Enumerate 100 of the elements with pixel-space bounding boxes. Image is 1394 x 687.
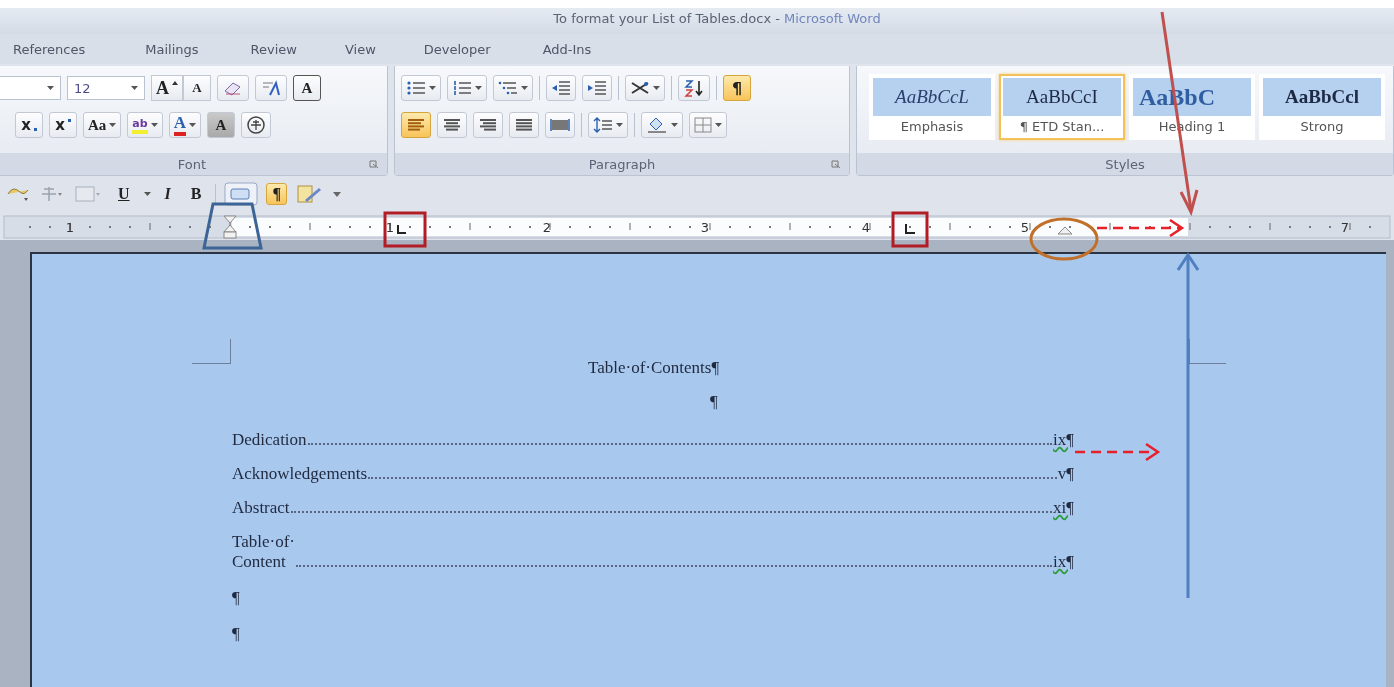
toc-entry-title[interactable]: Acknowledgements	[232, 464, 368, 484]
paint-bucket-icon	[646, 116, 668, 134]
group-label: Font	[177, 156, 207, 172]
style-option[interactable]: AaBbCcL Emphasis	[869, 74, 995, 140]
enclose-button[interactable]	[240, 112, 271, 138]
indent-marker-icon[interactable]	[1057, 226, 1073, 235]
indent-marker-icon[interactable]	[223, 215, 237, 239]
pencil-page-icon[interactable]	[295, 182, 324, 206]
highlight-button[interactable]: ab	[127, 112, 163, 138]
bold-button[interactable]: B	[184, 183, 208, 205]
character-border-button[interactable]: A	[293, 75, 321, 101]
toc-page-number[interactable]: ix¶	[1053, 430, 1074, 450]
style-option[interactable]: AaBbCcI ¶ ETD Stan...	[999, 74, 1125, 140]
bullet-list-icon	[406, 80, 426, 96]
crop-mark	[192, 339, 231, 364]
line-spacing-button[interactable]	[588, 112, 628, 138]
align-button[interactable]	[473, 112, 503, 138]
paragraph-mark: ¶	[710, 392, 719, 413]
ribbon-tab[interactable]: References	[4, 37, 95, 61]
distribute-button[interactable]	[545, 112, 575, 138]
sort-button[interactable]	[678, 75, 710, 101]
ribbon-tab[interactable]: Add-Ins	[533, 37, 601, 61]
clear-format-button[interactable]	[217, 75, 249, 101]
ribbon-tab[interactable]: Developer	[414, 37, 500, 61]
numbered-list-icon	[452, 80, 472, 96]
ribbon-tab[interactable]: View	[335, 37, 385, 61]
font-size-field[interactable]: 12	[67, 76, 145, 100]
show-marks-button[interactable]: ¶	[266, 183, 288, 205]
decrease-indent-button[interactable]	[546, 75, 576, 101]
paragraph-mark: ¶	[232, 588, 241, 608]
caret-icon	[143, 192, 151, 196]
toc-page-number[interactable]: ix¶	[1053, 552, 1074, 572]
indent-arrow-icon	[551, 80, 571, 96]
ruler-number: 1	[385, 220, 395, 235]
highlight-frame	[202, 202, 263, 250]
caret-icon	[150, 123, 158, 127]
change-case-button[interactable]: Aa	[83, 112, 122, 138]
window-title: To format your List of Tables.docx -	[553, 11, 780, 28]
caret-icon	[475, 86, 482, 90]
toc-page-number[interactable]: xi¶	[1053, 498, 1074, 518]
document-heading: Table·of·Contents¶	[588, 358, 721, 379]
font-name-field[interactable]	[0, 76, 61, 100]
group-label: Paragraph	[588, 156, 656, 172]
multilevel-list-button[interactable]	[493, 75, 533, 101]
toc-page-number[interactable]: v¶	[1057, 464, 1074, 484]
shading-button[interactable]	[641, 112, 683, 138]
grow-font-button[interactable]: A	[151, 75, 183, 101]
dialog-launcher-icon[interactable]	[831, 160, 841, 169]
line-spacing-icon	[593, 117, 613, 133]
align-lines-icon	[478, 118, 498, 132]
numbering-button[interactable]	[447, 75, 487, 101]
border-grid-icon	[694, 117, 712, 133]
group-label: Styles	[1105, 156, 1145, 172]
show-marks-button[interactable]: ¶	[723, 75, 751, 101]
app-name: Microsoft Word	[783, 11, 881, 28]
ruler-number: 2	[542, 220, 552, 235]
font-color-button[interactable]: A	[168, 112, 201, 138]
borders-button[interactable]	[689, 112, 727, 138]
caret-icon	[131, 86, 138, 90]
caret-icon	[671, 123, 678, 127]
style-option[interactable]: AaBbCcl Strong	[1259, 74, 1385, 140]
align-lines-icon	[406, 118, 426, 132]
toc-entry-title[interactable]: Table·of· Content	[232, 532, 295, 572]
tab-stop-icon[interactable]	[397, 224, 407, 234]
ruler-number: 7	[1340, 220, 1350, 235]
phonetic-button[interactable]	[255, 75, 287, 101]
toc-entry-title[interactable]: Abstract	[232, 498, 290, 518]
ruler-number: 4	[861, 220, 871, 235]
shrink-font-button[interactable]: A	[183, 75, 211, 101]
ribbon-tab[interactable]: Mailings	[136, 37, 208, 61]
ruler-number: 5	[1020, 220, 1030, 235]
paragraph-mark: ¶	[232, 624, 241, 644]
tab-stop-icon[interactable]	[905, 223, 916, 234]
ruler-number: 3	[700, 220, 710, 235]
circled-character-icon	[245, 115, 266, 135]
superscript-button[interactable]: x	[49, 112, 77, 138]
align-button[interactable]	[509, 112, 539, 138]
subscript-mark-icon	[33, 128, 37, 131]
superscript-mark-icon	[67, 119, 71, 122]
italic-button[interactable]: I	[158, 183, 177, 205]
underline-button[interactable]: U	[112, 183, 136, 205]
increase-indent-button[interactable]	[582, 75, 612, 101]
ruler-number: 1	[65, 220, 75, 235]
ribbon-tab[interactable]: Review	[241, 37, 306, 61]
toc-entry-title[interactable]: Dedication	[232, 430, 307, 450]
align-button[interactable]	[437, 112, 467, 138]
caret-icon	[109, 123, 117, 127]
dialog-launcher-icon[interactable]	[369, 160, 379, 169]
asian-layout-button[interactable]	[625, 75, 665, 101]
indent-arrow-icon	[587, 80, 607, 96]
caret-icon	[653, 86, 660, 90]
caret-icon	[715, 123, 722, 127]
caret-icon	[429, 86, 436, 90]
caret-icon	[616, 123, 623, 127]
caret-icon	[521, 86, 528, 90]
customize-caret-icon[interactable]	[331, 190, 344, 198]
subscript-button[interactable]: x	[15, 112, 43, 138]
align-button[interactable]	[401, 112, 431, 138]
bullets-button[interactable]	[401, 75, 441, 101]
character-shading-button[interactable]: A	[206, 112, 235, 138]
